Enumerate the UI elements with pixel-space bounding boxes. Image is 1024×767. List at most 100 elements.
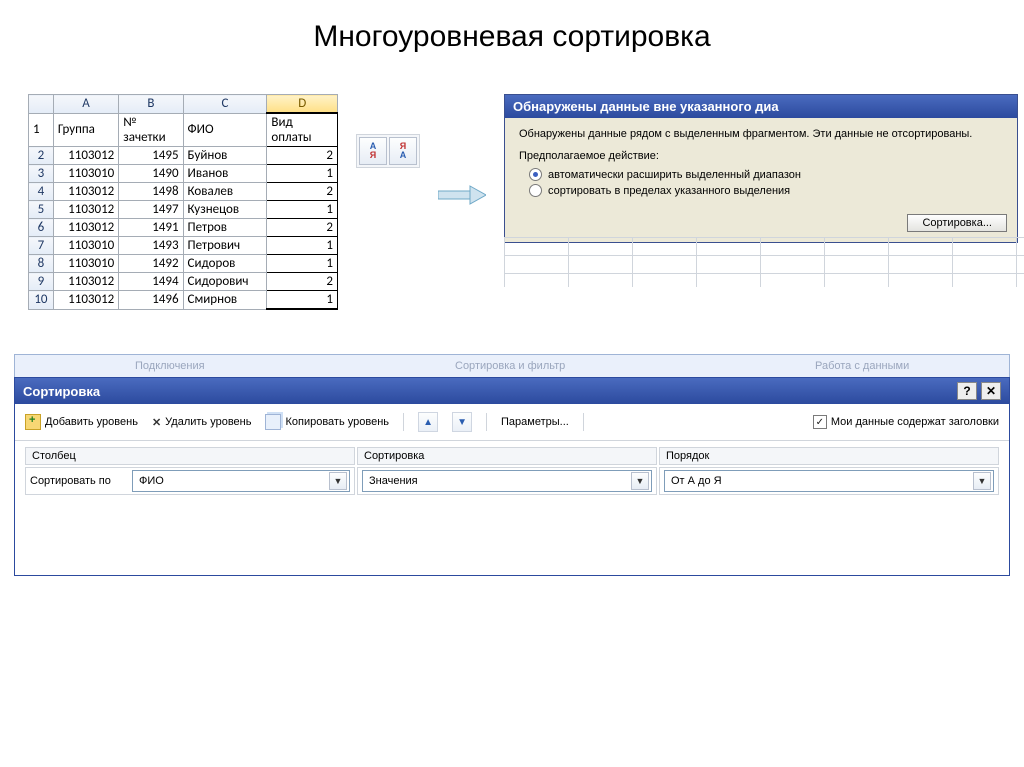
row-head[interactable]: 2 [29, 147, 54, 165]
radio-icon [529, 184, 542, 197]
cell[interactable]: 1103010 [53, 165, 118, 183]
checkbox-icon: ✓ [813, 415, 827, 429]
cell[interactable]: 1490 [119, 165, 183, 183]
delete-level-button[interactable]: ✕ Удалить уровень [152, 416, 252, 429]
cell[interactable]: 2 [267, 147, 338, 165]
sort-column-combo[interactable]: ФИО ▼ [132, 470, 350, 492]
row-head[interactable]: 9 [29, 273, 54, 291]
cell[interactable]: 1103012 [53, 219, 118, 237]
cell[interactable]: 1103012 [53, 291, 118, 310]
cell[interactable]: Кузнецов [183, 201, 267, 219]
col-head-a[interactable]: A [53, 95, 118, 114]
cell[interactable]: 2 [267, 183, 338, 201]
row-head[interactable]: 1 [29, 113, 54, 147]
grid-head-sort: Сортировка [357, 447, 657, 465]
checkbox-label: Мои данные содержат заголовки [831, 416, 999, 428]
cell[interactable]: Смирнов [183, 291, 267, 310]
sort-desc-button[interactable]: Я А [389, 137, 417, 165]
button-label: Добавить уровень [45, 416, 138, 428]
cell[interactable]: Петров [183, 219, 267, 237]
dialog-title: Сортировка [23, 384, 100, 399]
warning-dialog: Обнаружены данные вне указанного диа Обн… [504, 94, 1018, 243]
cell[interactable]: 1497 [119, 201, 183, 219]
col-head-c[interactable]: C [183, 95, 267, 114]
cell[interactable]: Сидоров [183, 255, 267, 273]
cell[interactable]: 1494 [119, 273, 183, 291]
row-head[interactable]: 8 [29, 255, 54, 273]
sort-dialog: Сортировка ? ✕ + Добавить уровень ✕ Удал… [14, 377, 1010, 576]
sort-asc-button[interactable]: А Я [359, 137, 387, 165]
cell[interactable]: 1 [267, 165, 338, 183]
cell[interactable]: 1492 [119, 255, 183, 273]
cell[interactable]: 1493 [119, 237, 183, 255]
row-head[interactable]: 4 [29, 183, 54, 201]
cell[interactable]: 1103012 [53, 273, 118, 291]
separator [403, 413, 404, 431]
radio-label: автоматически расширить выделенный диапа… [548, 169, 801, 181]
cell[interactable]: Вид оплаты [267, 113, 338, 147]
radio-expand[interactable]: автоматически расширить выделенный диапа… [529, 168, 1003, 181]
ribbon-label: Работа с данными [815, 360, 909, 372]
close-icon[interactable]: ✕ [981, 382, 1001, 400]
params-button[interactable]: Параметры... [501, 416, 569, 428]
page-title: Многоуровневая сортировка [0, 20, 1024, 54]
grid-background [504, 237, 1024, 287]
copy-level-button[interactable]: Копировать уровень [265, 414, 389, 430]
move-down-button[interactable]: ▼ [452, 412, 472, 432]
cell[interactable]: 1491 [119, 219, 183, 237]
row-head[interactable]: 10 [29, 291, 54, 310]
row-head[interactable]: 7 [29, 237, 54, 255]
cell[interactable]: 1 [267, 291, 338, 310]
cell[interactable]: Петрович [183, 237, 267, 255]
sort-button[interactable]: Сортировка... [907, 214, 1007, 232]
cell[interactable]: 1103010 [53, 237, 118, 255]
cell[interactable]: 1496 [119, 291, 183, 310]
radio-label: сортировать в пределах указанного выделе… [548, 185, 790, 197]
cell[interactable]: 1 [267, 237, 338, 255]
radio-within[interactable]: сортировать в пределах указанного выделе… [529, 184, 1003, 197]
separator [583, 413, 584, 431]
cell[interactable]: ФИО [183, 113, 267, 147]
sort-order-combo[interactable]: От А до Я ▼ [664, 470, 994, 492]
cell[interactable]: Иванов [183, 165, 267, 183]
cell[interactable]: 1103010 [53, 255, 118, 273]
cell[interactable]: 1498 [119, 183, 183, 201]
ribbon-label: Сортировка и фильтр [455, 360, 565, 372]
letter-ya: Я [370, 151, 376, 160]
add-icon: + [25, 414, 41, 430]
cell[interactable]: Группа [53, 113, 118, 147]
sort-on-combo[interactable]: Значения ▼ [362, 470, 652, 492]
row-head[interactable]: 6 [29, 219, 54, 237]
cell[interactable]: Сидорович [183, 273, 267, 291]
grid-head-order: Порядок [659, 447, 999, 465]
move-up-button[interactable]: ▲ [418, 412, 438, 432]
radio-icon [529, 168, 542, 181]
col-head-d[interactable]: D [267, 95, 338, 114]
row-head[interactable]: 5 [29, 201, 54, 219]
cell[interactable]: Буйнов [183, 147, 267, 165]
cell[interactable]: 1 [267, 255, 338, 273]
chevron-down-icon: ▼ [631, 472, 649, 490]
button-label: Удалить уровень [165, 416, 251, 428]
headers-checkbox[interactable]: ✓ Мои данные содержат заголовки [813, 415, 999, 429]
delete-icon: ✕ [152, 416, 161, 429]
copy-icon [265, 414, 281, 430]
action-label: Предполагаемое действие: [519, 150, 1003, 162]
cell[interactable]: 2 [267, 219, 338, 237]
cell[interactable]: Ковалев [183, 183, 267, 201]
corner-cell[interactable] [29, 95, 54, 114]
cell[interactable]: 1103012 [53, 147, 118, 165]
col-head-b[interactable]: B [119, 95, 183, 114]
chevron-down-icon: ▼ [973, 472, 991, 490]
cell[interactable]: 2 [267, 273, 338, 291]
cell[interactable]: 1 [267, 201, 338, 219]
cell[interactable]: 1103012 [53, 183, 118, 201]
cell[interactable]: 1103012 [53, 201, 118, 219]
cell[interactable]: № зачетки [119, 113, 183, 147]
dialog-title: Обнаружены данные вне указанного диа [505, 95, 1017, 118]
combo-value: ФИО [139, 475, 164, 487]
help-icon[interactable]: ? [957, 382, 977, 400]
row-head[interactable]: 3 [29, 165, 54, 183]
cell[interactable]: 1495 [119, 147, 183, 165]
add-level-button[interactable]: + Добавить уровень [25, 414, 138, 430]
